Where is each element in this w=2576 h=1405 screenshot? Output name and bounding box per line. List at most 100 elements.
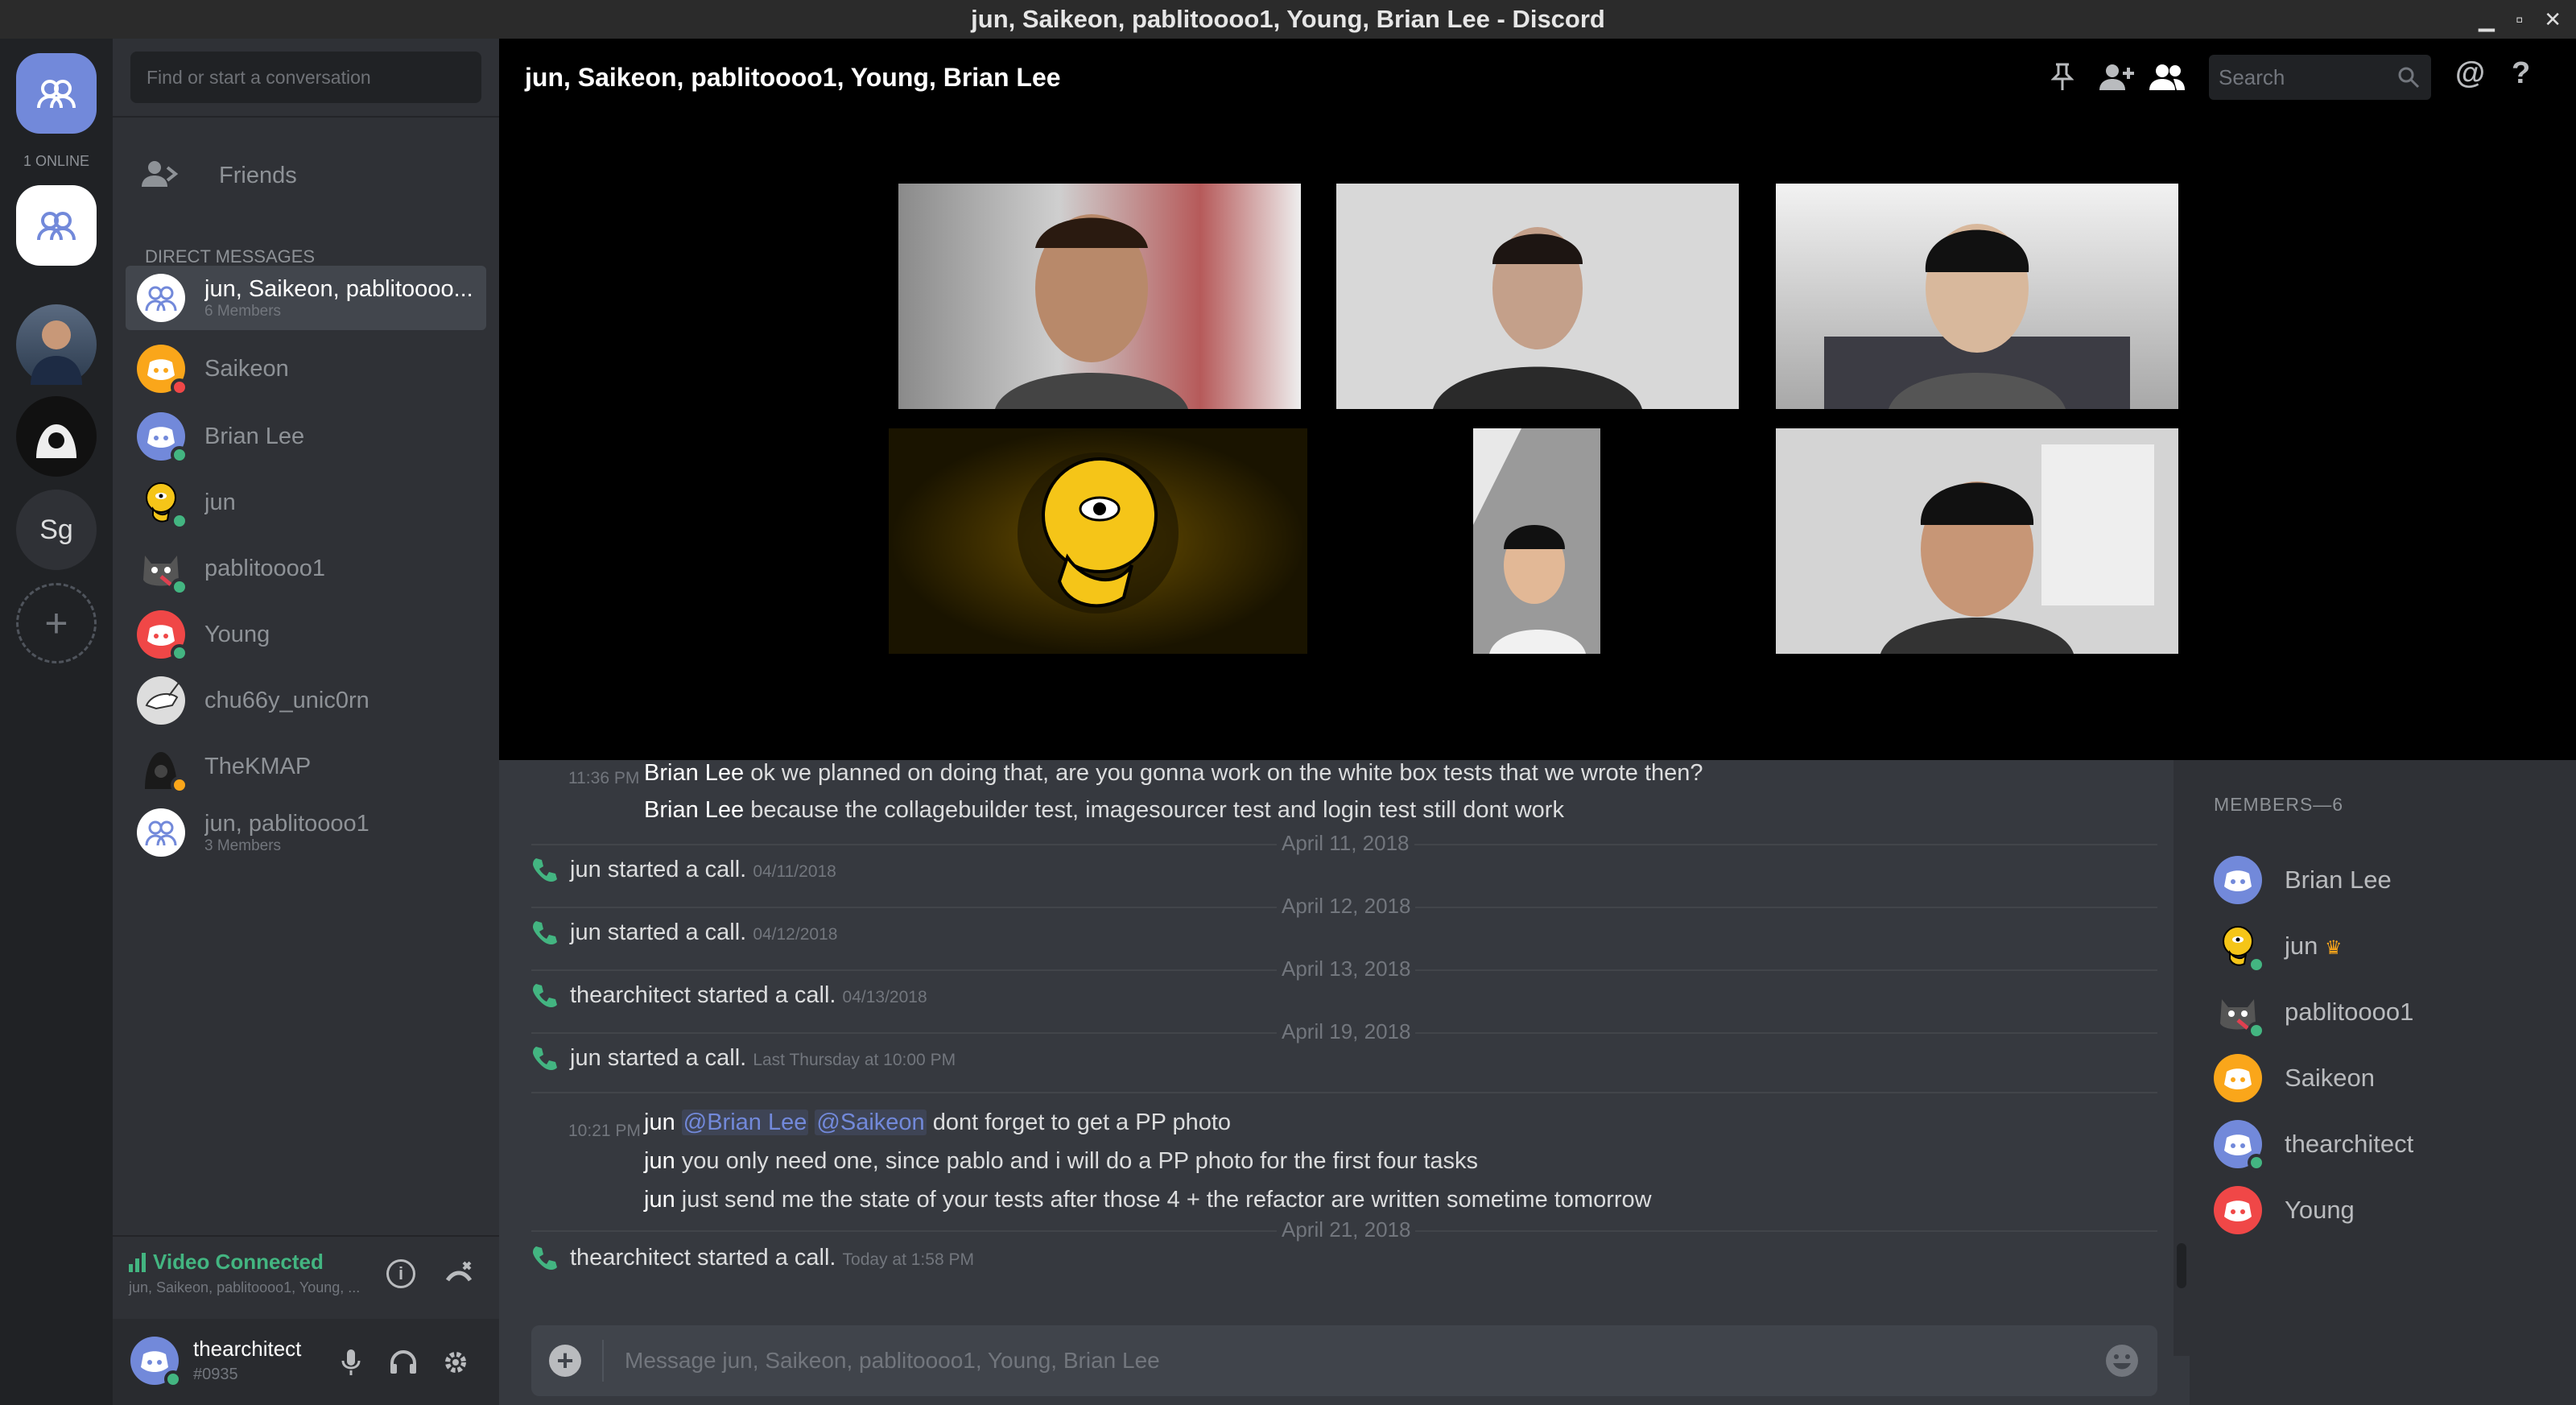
date-divider-label: April 19, 2018: [1277, 1019, 1416, 1044]
group-icon: [37, 80, 76, 109]
call-user[interactable]: thearchitect: [570, 982, 691, 1008]
member-list-icon[interactable]: [2148, 63, 2186, 92]
dm-name: TheKMAP: [204, 753, 312, 779]
server-sg[interactable]: Sg: [16, 490, 97, 570]
group-icon: [137, 808, 185, 857]
dm-member-count: 6 Members: [204, 302, 282, 320]
message-input[interactable]: + Message jun, Saikeon, pablitoooo1, You…: [531, 1325, 2157, 1396]
server-list: 1 ONLINE Sg +: [0, 39, 113, 1405]
person-photo-icon: [31, 320, 82, 385]
call-time: Today at 1:58 PM: [842, 1250, 974, 1269]
server-avatar-photo[interactable]: [16, 304, 97, 385]
member-item[interactable]: jun ♛: [2214, 918, 2343, 974]
call-time: 04/12/2018: [753, 925, 838, 944]
member-item[interactable]: Brian Lee: [2214, 852, 2392, 908]
settings-gear-icon[interactable]: [443, 1349, 469, 1375]
scrollbar-track[interactable]: [2174, 760, 2190, 1356]
avatar: [2214, 922, 2265, 973]
phone-icon: [533, 858, 557, 882]
message-author[interactable]: Brian Lee: [644, 760, 744, 786]
call-text: started a call.: [607, 1045, 747, 1071]
member-item[interactable]: Young: [2214, 1182, 2355, 1238]
dm-item[interactable]: jun, Saikeon, pablitoooo... 6 Members: [126, 266, 486, 330]
find-conversation-input[interactable]: Find or start a conversation: [130, 52, 481, 103]
mention-tag[interactable]: @Brian Lee: [681, 1110, 809, 1135]
video-tile-participant-3[interactable]: [1776, 184, 2178, 409]
call-text: started a call.: [607, 857, 747, 882]
avatar: [137, 610, 188, 662]
help-icon[interactable]: ?: [2512, 56, 2530, 91]
call-user[interactable]: thearchitect: [570, 1245, 691, 1271]
video-tile-jun-avatar[interactable]: [889, 428, 1307, 654]
phone-icon: [533, 921, 557, 944]
upload-plus-icon[interactable]: +: [549, 1345, 581, 1377]
window-title: jun, Saikeon, pablitoooo1, Young, Brian …: [971, 5, 1605, 33]
message-row: Brian Lee because the collagebuilder tes…: [644, 797, 1564, 824]
group-dm-button[interactable]: [16, 185, 97, 266]
video-tile-participant-5[interactable]: [1473, 428, 1600, 654]
call-time: 04/11/2018: [753, 862, 836, 881]
call-user[interactable]: jun: [570, 919, 601, 945]
channel-title: jun, Saikeon, pablitoooo1, Young, Brian …: [525, 63, 1061, 92]
member-list: MEMBERS—6 Brian Lee jun ♛ pablitoooo1 Saike…: [2190, 760, 2576, 1405]
dm-item[interactable]: jun, pablitoooo1 3 Members: [126, 800, 486, 865]
headphones-icon[interactable]: [390, 1349, 417, 1375]
message-row: jun just send me the state of your tests…: [644, 1187, 1652, 1213]
disconnect-call-icon[interactable]: [443, 1258, 475, 1290]
dm-name: jun, Saikeon, pablitoooo...: [204, 275, 473, 302]
voice-status: Video Connected: [153, 1250, 324, 1274]
emoji-icon[interactable]: [2104, 1343, 2140, 1378]
dm-item[interactable]: Saikeon: [126, 337, 486, 401]
dm-item[interactable]: jun: [126, 470, 486, 535]
avatar[interactable]: [130, 1337, 182, 1388]
yellow-face-icon: [1018, 452, 1179, 614]
message-author[interactable]: jun: [644, 1187, 675, 1213]
avatar: [137, 274, 185, 322]
user-panel: thearchitect #0935: [113, 1319, 499, 1405]
minimize-icon[interactable]: ▁: [2479, 0, 2495, 39]
dm-name: Young: [204, 621, 270, 647]
avatar: [137, 808, 185, 857]
dm-item[interactable]: chu66y_unic0rn: [126, 668, 486, 733]
call-event: jun started a call. 04/11/2018: [570, 857, 836, 883]
video-tile-participant-2[interactable]: [1336, 184, 1739, 409]
close-icon[interactable]: ✕: [2544, 0, 2562, 39]
call-text: started a call.: [696, 982, 836, 1008]
message-author[interactable]: jun: [644, 1110, 675, 1135]
mentions-icon[interactable]: @: [2455, 56, 2485, 91]
message-author[interactable]: Brian Lee: [644, 797, 744, 823]
video-tile-participant-1[interactable]: [898, 184, 1301, 409]
scrollbar-thumb[interactable]: [2177, 1243, 2186, 1288]
add-server-button[interactable]: +: [16, 583, 97, 663]
dm-item[interactable]: Brian Lee: [126, 404, 486, 469]
dm-item[interactable]: TheKMAP: [126, 734, 486, 799]
member-item[interactable]: thearchitect: [2214, 1116, 2413, 1172]
participant-face-icon: [995, 214, 1188, 409]
info-icon[interactable]: i: [386, 1259, 415, 1288]
microphone-icon[interactable]: [341, 1349, 361, 1375]
video-tile-participant-6[interactable]: [1776, 428, 2178, 654]
pin-icon[interactable]: [2051, 63, 2074, 92]
call-user[interactable]: jun: [570, 857, 601, 882]
maximize-icon[interactable]: ▫: [2516, 0, 2523, 39]
member-item[interactable]: Saikeon: [2214, 1050, 2375, 1106]
date-divider-label: April 11, 2018: [1277, 831, 1414, 856]
hacker-icon: [36, 424, 76, 458]
search-input[interactable]: Search: [2209, 55, 2431, 100]
discord-icon: [2214, 1186, 2262, 1234]
avatar: [2214, 988, 2265, 1039]
add-friend-icon[interactable]: [2099, 63, 2135, 92]
search-icon: [2398, 67, 2420, 89]
message-author[interactable]: jun: [644, 1148, 675, 1174]
home-button[interactable]: [16, 53, 97, 134]
member-item[interactable]: pablitoooo1: [2214, 984, 2413, 1040]
phone-icon: [533, 1047, 557, 1070]
dm-item[interactable]: Young: [126, 602, 486, 667]
call-user[interactable]: jun: [570, 1045, 601, 1071]
server-hacker[interactable]: [16, 396, 97, 477]
dm-item[interactable]: pablitoooo1: [126, 536, 486, 601]
mention-tag[interactable]: @Saikeon: [815, 1110, 927, 1135]
call-event: jun started a call. 04/12/2018: [570, 919, 837, 946]
phone-icon: [533, 1246, 557, 1270]
friends-button[interactable]: Friends: [142, 159, 297, 192]
